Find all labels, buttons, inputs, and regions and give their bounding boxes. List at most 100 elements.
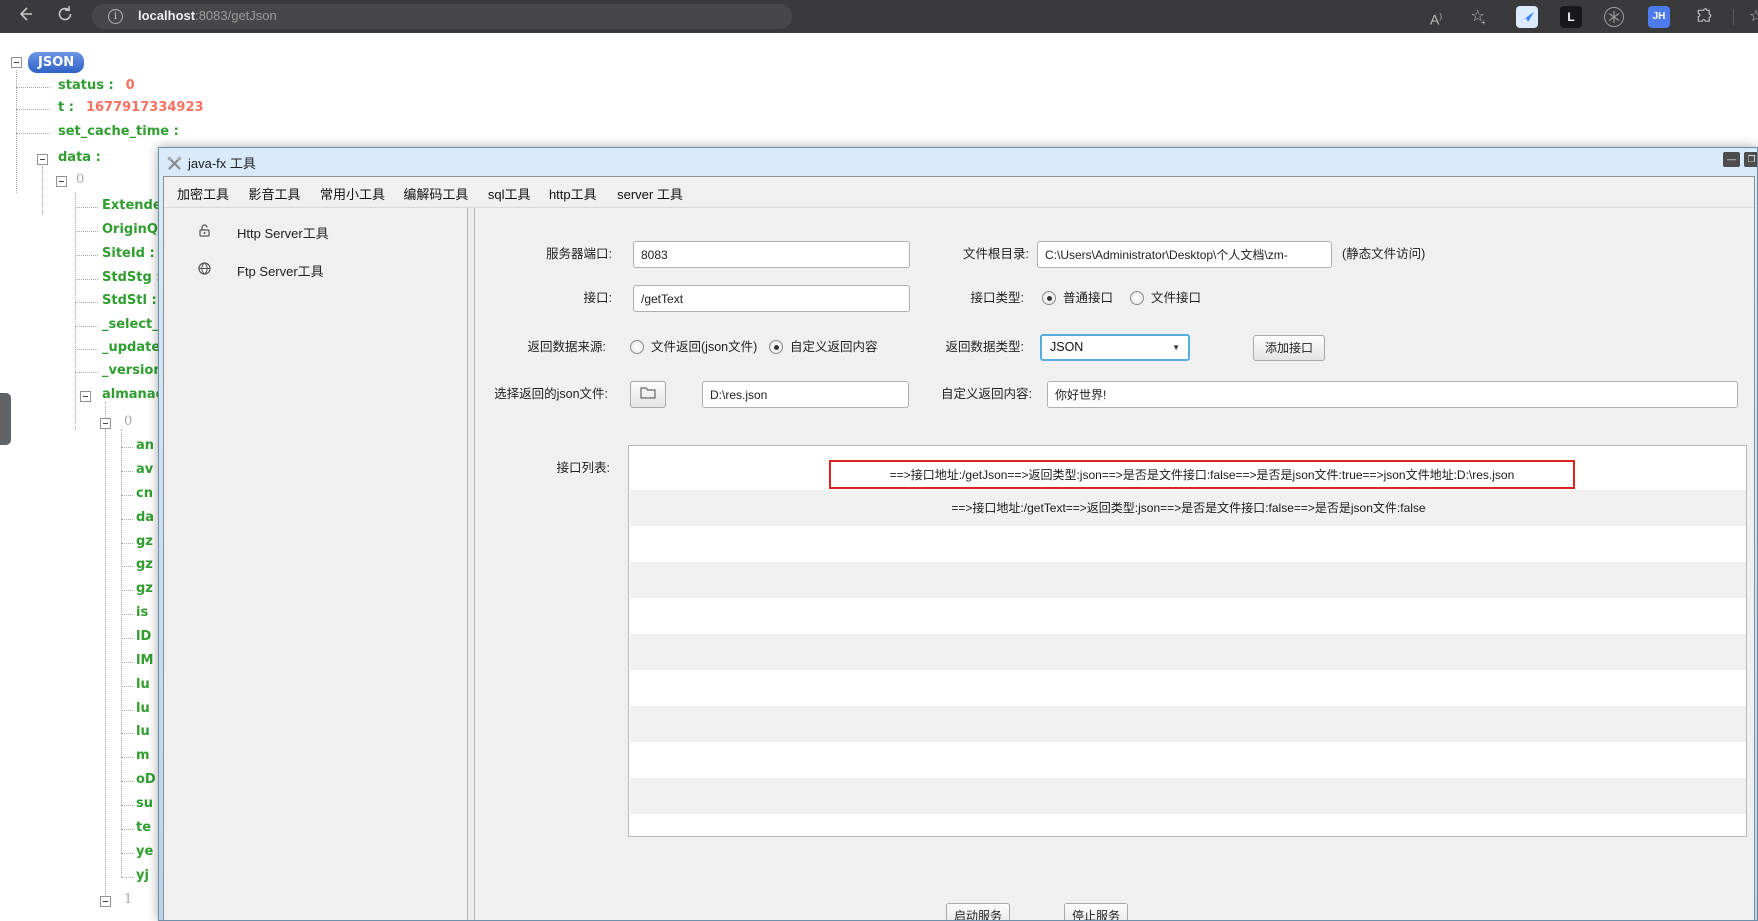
port-label: 服务器端口: bbox=[402, 241, 612, 268]
extension-jh-icon[interactable]: JH bbox=[1648, 6, 1670, 28]
tree-node: m bbox=[136, 748, 150, 763]
tree-stub bbox=[75, 302, 98, 303]
menu-bar: 加密工具 影音工具 常用小工具 编解码工具 sql工具 http工具 serve… bbox=[164, 177, 1754, 208]
tree-node: an bbox=[136, 438, 154, 453]
minimize-button[interactable]: — bbox=[1723, 152, 1740, 167]
tree-stub bbox=[75, 231, 98, 232]
refresh-icon[interactable] bbox=[54, 5, 76, 27]
menu-encrypt-tools[interactable]: 加密工具 bbox=[177, 184, 229, 203]
choose-file-button[interactable] bbox=[630, 381, 666, 408]
tree-node: _update bbox=[102, 340, 160, 355]
tree-line bbox=[75, 193, 76, 430]
tree-expander[interactable] bbox=[37, 154, 48, 165]
tree-node: gz bbox=[136, 557, 153, 572]
tree-stub bbox=[121, 614, 133, 615]
chevron-down-icon: ▼ bbox=[1172, 336, 1180, 359]
tree-stub bbox=[121, 590, 133, 591]
collections-icon[interactable]: ☆ bbox=[1744, 6, 1758, 28]
start-server-button[interactable]: 启动服务 bbox=[946, 903, 1010, 921]
window-titlebar[interactable]: java-fx 工具 bbox=[167, 153, 256, 174]
tree-expander[interactable] bbox=[80, 391, 91, 402]
tree-stub bbox=[121, 733, 133, 734]
favorites-star-icon[interactable]: ☆+ bbox=[1466, 6, 1490, 28]
tree-node: data : bbox=[58, 150, 101, 165]
extensions-puzzle-icon[interactable] bbox=[1692, 6, 1716, 28]
tree-stub bbox=[75, 255, 98, 256]
radio-file-return[interactable] bbox=[630, 340, 644, 354]
address-bar[interactable]: i localhost:8083/getJson bbox=[92, 4, 792, 29]
split-divider[interactable] bbox=[467, 208, 475, 921]
extension-circle-icon[interactable] bbox=[1604, 7, 1624, 27]
tree-node: av bbox=[136, 462, 153, 477]
read-aloud-icon[interactable]: A) bbox=[1424, 6, 1448, 28]
api-list-label: 接口列表: bbox=[400, 455, 610, 482]
radio-file-return-label[interactable]: 文件返回(json文件) bbox=[651, 339, 757, 355]
radio-normal-api-label[interactable]: 普通接口 bbox=[1063, 290, 1113, 306]
sidebar-collapsed-handle[interactable] bbox=[0, 393, 11, 445]
tree-node: StdStl : bbox=[102, 293, 157, 308]
menu-sql-tools[interactable]: sql工具 bbox=[488, 184, 531, 203]
add-api-button[interactable]: 添加接口 bbox=[1253, 335, 1325, 361]
javafx-tool-window: java-fx 工具 — ❐ 加密工具 影音工具 常用小工具 编解码工具 sql… bbox=[158, 147, 1758, 921]
tree-stub bbox=[16, 87, 50, 88]
tree-stub bbox=[121, 710, 133, 711]
tree-line bbox=[121, 429, 122, 877]
site-info-icon[interactable]: i bbox=[108, 9, 123, 24]
tree-stub bbox=[121, 781, 133, 782]
tree-stub bbox=[121, 495, 133, 496]
tree-node: lM bbox=[136, 653, 153, 668]
tree-node: gz bbox=[136, 534, 153, 549]
tree-stub bbox=[121, 566, 133, 567]
tree-stub bbox=[121, 543, 133, 544]
json-file-label: 选择返回的json文件: bbox=[398, 381, 608, 408]
tree-index: 1 bbox=[124, 892, 132, 907]
tree-node: gz bbox=[136, 581, 153, 596]
tree-stub bbox=[16, 133, 50, 134]
api-type-label: 接口类型: bbox=[854, 285, 1024, 312]
extension-bird-icon[interactable] bbox=[1516, 6, 1538, 28]
tree-stub bbox=[75, 372, 98, 373]
tree-node: _select_ bbox=[102, 317, 159, 332]
radio-custom-return[interactable] bbox=[769, 340, 783, 354]
menu-media-tools[interactable]: 影音工具 bbox=[248, 184, 300, 203]
tree-node: t :1677917334923 bbox=[58, 100, 204, 115]
maximize-button[interactable]: ❐ bbox=[1744, 152, 1758, 167]
return-type-combobox[interactable]: JSON ▼ bbox=[1040, 334, 1190, 361]
json-root-badge[interactable]: JSON bbox=[28, 52, 84, 73]
tree-node: lu bbox=[136, 677, 150, 692]
tree-node: su bbox=[136, 796, 153, 811]
static-access-note: (静态文件访问) bbox=[1342, 241, 1425, 268]
tree-node: OriginQ bbox=[102, 222, 158, 237]
tree-node: ye bbox=[136, 844, 153, 859]
tree-node: _version bbox=[102, 363, 163, 378]
tree-index: 0 bbox=[124, 414, 132, 429]
tree-stub bbox=[75, 207, 98, 208]
menu-common-tools[interactable]: 常用小工具 bbox=[320, 184, 385, 203]
return-source-label: 返回数据来源: bbox=[396, 334, 606, 361]
radio-normal-api[interactable] bbox=[1042, 291, 1056, 305]
extension-l-icon[interactable]: L bbox=[1560, 6, 1582, 28]
tree-expander[interactable] bbox=[11, 57, 22, 68]
tree-node: StdStg : bbox=[102, 270, 162, 285]
menu-codec-tools[interactable]: 编解码工具 bbox=[403, 184, 468, 203]
menu-http-tools[interactable]: http工具 bbox=[549, 184, 597, 203]
return-type-label: 返回数据类型: bbox=[854, 334, 1024, 361]
tree-line bbox=[42, 166, 43, 214]
toolbar-separator bbox=[1733, 9, 1734, 25]
tree-expander[interactable] bbox=[100, 896, 111, 907]
menu-server-tools[interactable]: server 工具 bbox=[617, 184, 683, 203]
stop-server-button[interactable]: 停止服务 bbox=[1064, 903, 1128, 921]
tree-expander[interactable] bbox=[56, 176, 67, 187]
browser-toolbar: i localhost:8083/getJson A) ☆+ L JH ☆ bbox=[0, 0, 1758, 33]
window-content: 加密工具 影音工具 常用小工具 编解码工具 sql工具 http工具 serve… bbox=[163, 176, 1755, 921]
radio-file-api[interactable] bbox=[1130, 291, 1144, 305]
api-list-row[interactable]: ==>接口地址:/getText==>返回类型:json==>是否是文件接口:f… bbox=[630, 490, 1747, 526]
radio-file-api-label[interactable]: 文件接口 bbox=[1151, 290, 1201, 306]
custom-content-input[interactable] bbox=[1047, 381, 1738, 408]
back-icon[interactable] bbox=[14, 5, 36, 27]
api-list-row-selected[interactable]: ==>接口地址:/getJson==>返回类型:json==>是否是文件接口:f… bbox=[829, 460, 1575, 489]
tree-stub bbox=[121, 686, 133, 687]
tree-node: set_cache_time : bbox=[58, 124, 179, 139]
root-dir-input[interactable] bbox=[1037, 241, 1332, 268]
tree-expander[interactable] bbox=[100, 418, 111, 429]
